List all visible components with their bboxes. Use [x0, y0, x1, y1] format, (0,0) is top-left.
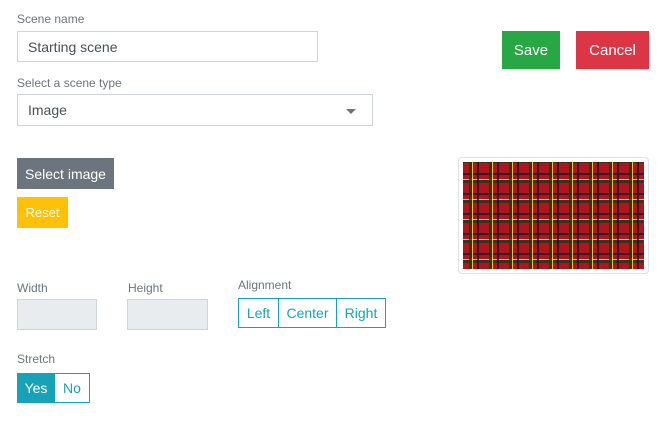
chevron-down-icon [346, 109, 356, 114]
stretch-label: Stretch [17, 352, 56, 366]
alignment-button-group: Left Center Right [238, 298, 386, 328]
stretch-no-button[interactable]: No [55, 373, 90, 403]
width-label: Width [17, 281, 48, 295]
scene-type-value: Image [28, 102, 67, 118]
scene-type-select[interactable]: Image [17, 94, 373, 126]
alignment-center-button[interactable]: Center [279, 298, 337, 328]
image-preview [458, 157, 649, 274]
scene-type-label: Select a scene type [17, 76, 122, 90]
scene-name-label: Scene name [17, 12, 85, 26]
scene-name-input[interactable]: Starting scene [17, 31, 318, 62]
height-label: Height [128, 281, 163, 295]
stretch-button-group: Yes No [17, 373, 90, 403]
stretch-yes-button[interactable]: Yes [17, 373, 55, 403]
save-button[interactable]: Save [502, 31, 560, 69]
alignment-label: Alignment [238, 278, 292, 292]
tartan-image-preview [463, 162, 644, 269]
height-input[interactable] [127, 299, 208, 330]
cancel-button[interactable]: Cancel [576, 31, 649, 69]
alignment-left-button[interactable]: Left [238, 298, 279, 328]
width-input[interactable] [17, 299, 97, 330]
reset-button[interactable]: Reset [17, 197, 68, 228]
alignment-right-button[interactable]: Right [337, 298, 386, 328]
select-image-button[interactable]: Select image [17, 158, 114, 189]
